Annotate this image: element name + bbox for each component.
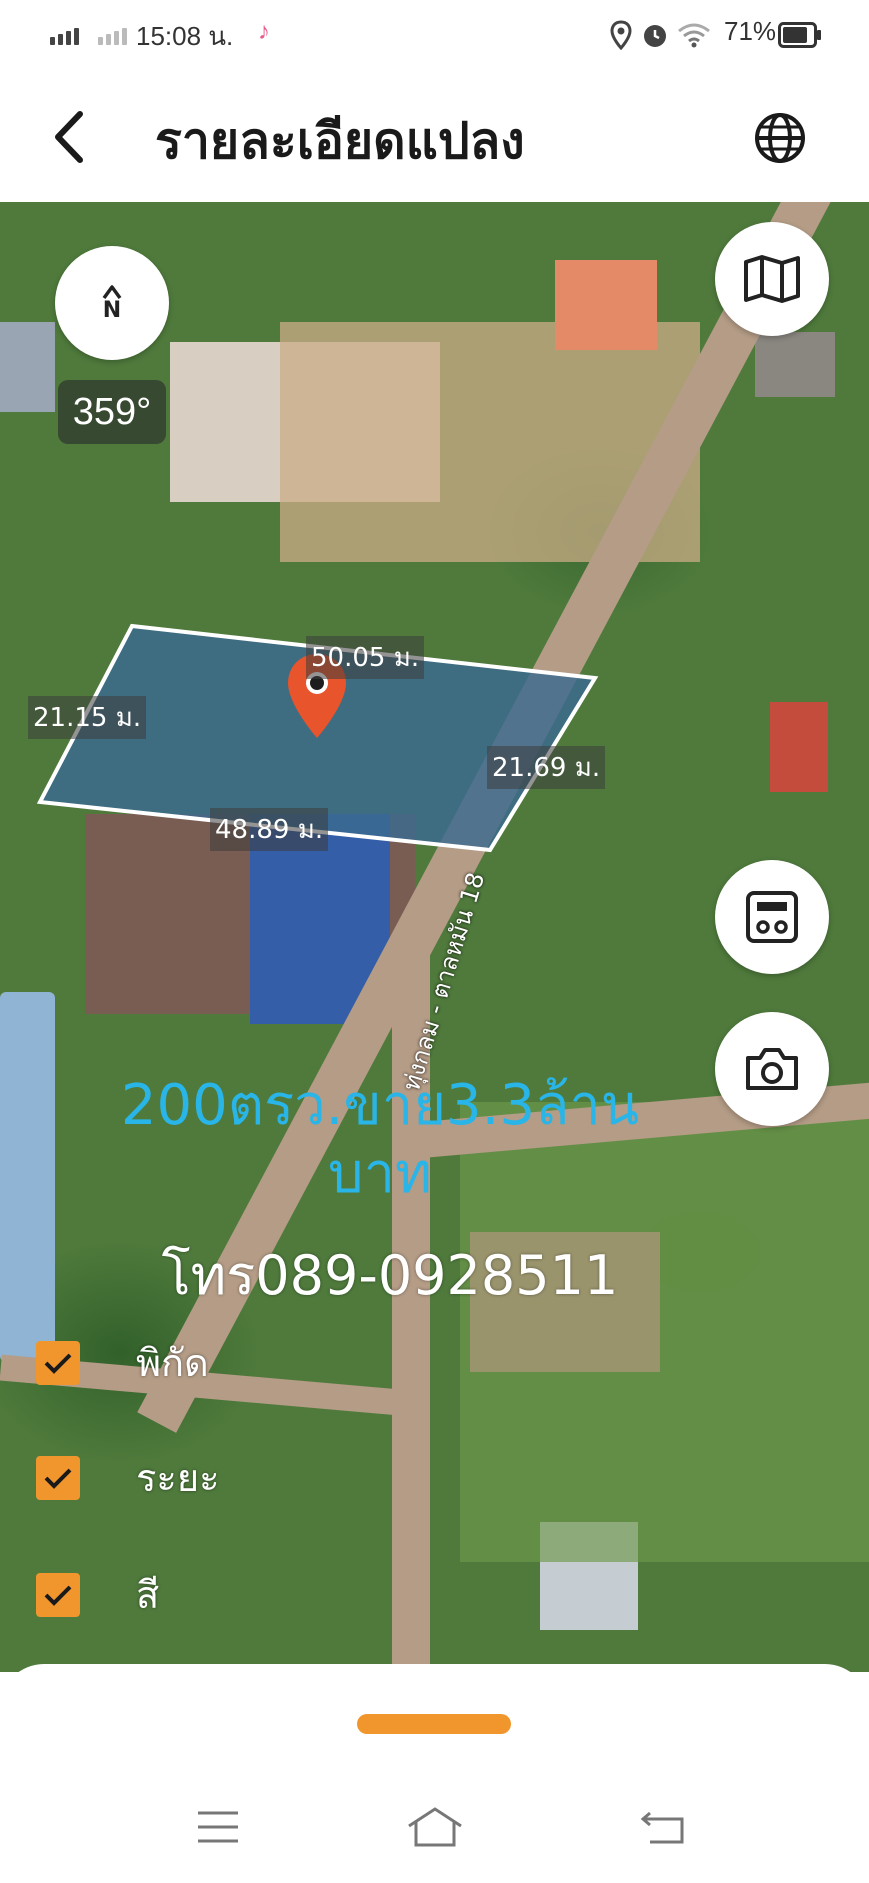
status-time: 15:08 น. <box>136 21 234 51</box>
toggle-label-distance: ระยะ <box>136 1456 220 1500</box>
signal-2-icon <box>98 28 127 45</box>
listing-price-line1: 200ตรว.ขาย3.3ล้าน <box>120 1073 640 1138</box>
toggle-color[interactable]: สี <box>36 1564 159 1625</box>
checkbox-checked-icon[interactable] <box>36 1340 80 1385</box>
toggle-label-color: สี <box>136 1573 160 1617</box>
battery-icon <box>778 22 821 48</box>
toggle-coordinates[interactable]: พิกัด <box>36 1332 209 1393</box>
compass-button[interactable]: N <box>55 246 169 360</box>
signal-icon <box>50 28 79 45</box>
satellite-map[interactable]: 50.05 ม. 21.15 ม. 21.69 ม. 48.89 ม. ทุ่ง… <box>0 202 869 1672</box>
location-icon <box>610 20 632 50</box>
status-bar: 15:08 น. ♪ 71% <box>0 0 869 70</box>
tiktok-icon: ♪ <box>258 18 270 45</box>
map-layers-icon <box>744 255 800 303</box>
calculator-icon <box>746 891 798 943</box>
sheet-drag-handle[interactable] <box>357 1714 511 1734</box>
toggle-distance[interactable]: ระยะ <box>36 1447 220 1508</box>
home-icon[interactable] <box>406 1806 464 1848</box>
checkbox-checked-icon[interactable] <box>36 1455 80 1500</box>
app-bar: รายละเอียดแปลง <box>0 70 869 202</box>
dimension-top: 50.05 ม. <box>306 636 425 679</box>
bottom-sheet[interactable] <box>0 1664 869 1883</box>
map-layers-button[interactable] <box>715 222 829 336</box>
listing-price-text: 200ตรว.ขาย3.3ล้าน บาท <box>60 1072 700 1208</box>
listing-price-line2: บาท <box>328 1141 432 1206</box>
battery-percent: 71% <box>724 16 777 46</box>
camera-button[interactable] <box>715 1012 829 1126</box>
heading-readout: 359° <box>58 380 166 444</box>
calculator-button[interactable] <box>715 860 829 974</box>
page-title: รายละเอียดแปลง <box>155 112 525 170</box>
checkbox-checked-icon[interactable] <box>36 1572 80 1617</box>
back-nav-icon[interactable] <box>640 1809 686 1845</box>
back-arrow-icon[interactable] <box>40 102 100 172</box>
dimension-left: 21.15 ม. <box>28 696 147 739</box>
compass-label: N <box>102 298 122 323</box>
toggle-label-coordinates: พิกัด <box>136 1341 209 1385</box>
dimension-right: 21.69 ม. <box>487 746 606 789</box>
dimension-bottom: 48.89 ม. <box>210 808 329 851</box>
globe-icon[interactable] <box>752 110 808 166</box>
camera-icon <box>746 1048 798 1090</box>
alarm-icon <box>644 25 666 47</box>
menu-icon[interactable] <box>196 1809 240 1845</box>
listing-phone-text: โทร089-0928511 <box>161 1244 619 1307</box>
wifi-icon <box>678 23 710 48</box>
